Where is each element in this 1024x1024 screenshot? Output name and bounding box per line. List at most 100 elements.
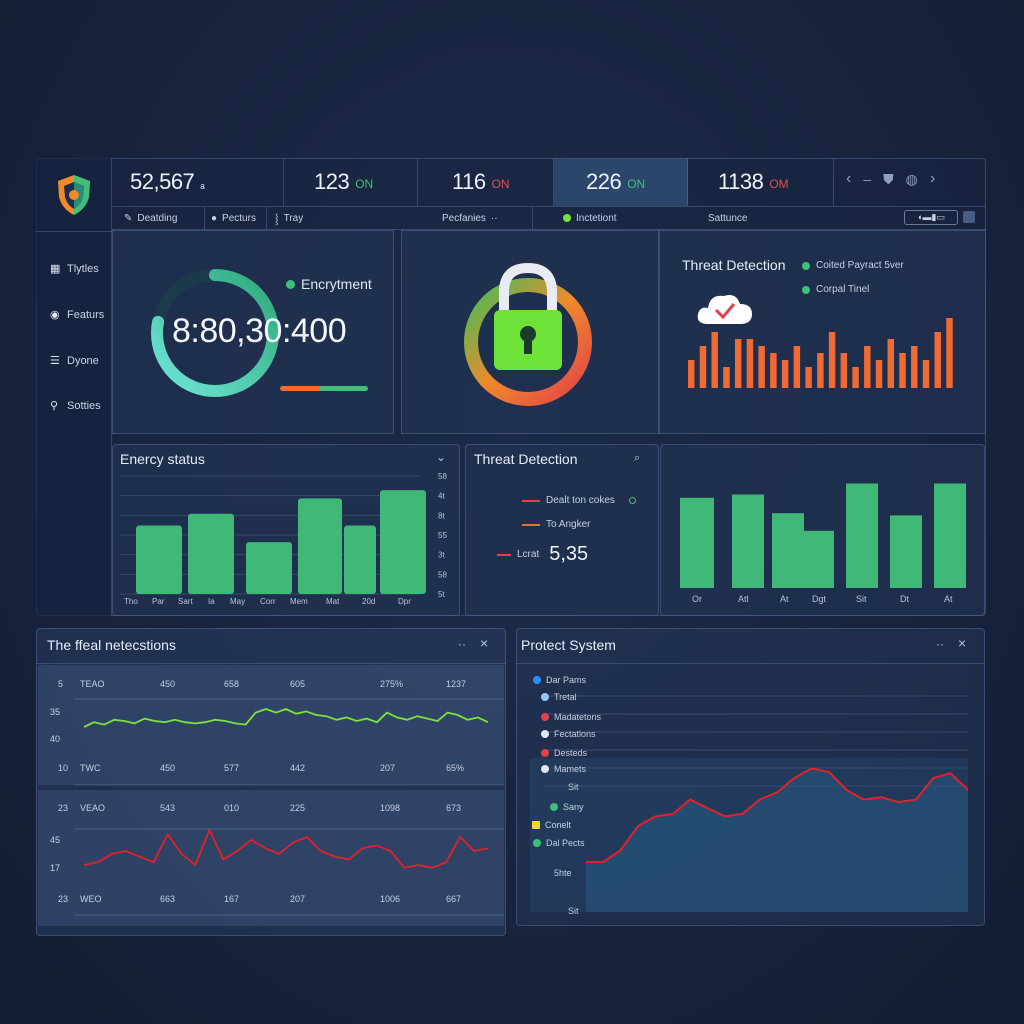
legend-label: Coited Payract 5ver bbox=[816, 260, 904, 271]
legend-dot-icon bbox=[541, 693, 549, 701]
legend-item: Tretal bbox=[541, 692, 577, 702]
threat-bar bbox=[864, 346, 871, 388]
table-cell: 667 bbox=[446, 894, 461, 904]
x-tick-label: Or bbox=[692, 594, 702, 604]
threat-bar bbox=[817, 353, 824, 388]
x-tick-label: Tho bbox=[124, 597, 138, 606]
close-icon[interactable]: × bbox=[958, 635, 966, 651]
y-tick-label: 5t bbox=[438, 590, 445, 599]
x-tick-label: At bbox=[944, 594, 953, 604]
encryption-value: 8:80,30:400 bbox=[172, 312, 347, 350]
pin-icon: ⸾ bbox=[275, 214, 279, 225]
threat-top-chart bbox=[688, 318, 953, 388]
table-cell: 010 bbox=[224, 803, 239, 813]
more-icon[interactable]: ·· bbox=[936, 637, 944, 651]
threat-bar bbox=[934, 332, 941, 388]
y-tick-label: 8t bbox=[438, 511, 445, 520]
tab-deatding[interactable]: ✎ Deatding bbox=[124, 207, 177, 229]
y-tick-label: 4t bbox=[438, 492, 445, 501]
right-bar bbox=[772, 513, 804, 588]
key-icon: ⚲ bbox=[50, 399, 59, 412]
x-tick-label: 20d bbox=[362, 597, 375, 606]
tab-pecturs[interactable]: ● Pecturs bbox=[204, 207, 256, 229]
table-cell: 663 bbox=[160, 894, 175, 904]
stat-suffix: ₐ bbox=[200, 177, 205, 191]
series-line-red bbox=[83, 827, 489, 869]
legend-dot-icon bbox=[541, 749, 549, 757]
threat-mid-panel bbox=[465, 444, 659, 616]
status-dot-icon bbox=[563, 214, 571, 222]
chevron-left-icon[interactable]: ‹ bbox=[846, 170, 851, 188]
series-line-green bbox=[83, 708, 489, 728]
more-icon[interactable]: ·· bbox=[458, 637, 466, 651]
table-cell: 23 bbox=[58, 803, 68, 813]
x-tick-label: May bbox=[230, 597, 245, 606]
lower-value: 5,35 bbox=[549, 543, 589, 565]
chevron-right-icon[interactable]: › bbox=[930, 170, 935, 188]
doc-icon: ☰ bbox=[50, 354, 60, 367]
sidebar-item-dyone[interactable]: ☰ Dyone bbox=[50, 355, 99, 367]
y-tick-label: 17 bbox=[50, 863, 60, 873]
legend-dot-icon bbox=[541, 765, 549, 773]
toggle-control[interactable]: ◖▬▮▭ bbox=[904, 210, 958, 225]
table-cell: 1237 bbox=[446, 679, 466, 689]
square-icon[interactable] bbox=[963, 211, 975, 223]
table-cell: 1006 bbox=[380, 894, 400, 904]
tab-label: Deatding bbox=[137, 212, 178, 224]
threat-bar bbox=[899, 353, 906, 388]
tab-inctetiont[interactable]: Inctetiont bbox=[532, 207, 617, 229]
stat-2: 116 ON bbox=[418, 158, 554, 206]
threat-bar bbox=[852, 367, 859, 388]
sidebar-item-label: Featurs bbox=[67, 309, 105, 321]
threat-bar bbox=[781, 360, 789, 388]
toggle-icon: ◖▬▮▭ bbox=[917, 212, 945, 222]
shield-icon[interactable]: ⛊ bbox=[883, 171, 894, 188]
tab-sattunce[interactable]: Sattunce bbox=[708, 207, 747, 229]
row-label: To Angker bbox=[546, 519, 591, 530]
right-bar bbox=[846, 483, 878, 588]
lock-icon bbox=[464, 262, 592, 406]
search-icon[interactable]: ⌕ bbox=[634, 452, 640, 465]
legend-label: Dal Pects bbox=[546, 838, 585, 848]
energy-bar bbox=[246, 542, 292, 594]
table-cell: 167 bbox=[224, 894, 239, 904]
table-cell: 577 bbox=[224, 763, 239, 773]
detections-chart: 5 TEAO 450 658 605 275% 1237 10 TWC 450 577 442 207 6… bbox=[50, 679, 504, 916]
tab-label: Tray bbox=[283, 212, 304, 224]
tab-pecfanies[interactable]: Pecfanies ·· bbox=[442, 207, 498, 229]
y-tick-label: 55 bbox=[438, 531, 447, 540]
sidebar-item-tlytles[interactable]: ▦ Tlytles bbox=[50, 263, 99, 275]
stat-value: 116 bbox=[452, 169, 486, 194]
legend-item: Desteds bbox=[541, 748, 587, 758]
y-tick-label: 40 bbox=[50, 734, 60, 744]
energy-bar bbox=[344, 525, 376, 594]
stat-value: 226 bbox=[586, 169, 622, 194]
x-tick-label: At bbox=[780, 594, 789, 604]
threat-row-1: Dealt ton cokes bbox=[522, 495, 636, 506]
x-tick-label: Sart bbox=[178, 597, 193, 606]
tab-tray[interactable]: ⸾ Tray bbox=[266, 207, 303, 229]
row-label: Dealt ton cokes bbox=[546, 495, 615, 506]
tab-label: Inctetiont bbox=[576, 212, 617, 224]
table-cell: 450 bbox=[160, 763, 175, 773]
legend-dot-icon bbox=[802, 261, 810, 270]
chevron-down-icon[interactable]: ⌄ bbox=[436, 450, 446, 464]
legend-item: Conelt bbox=[532, 820, 571, 830]
y-tick-label: Sit bbox=[568, 906, 579, 916]
legend-dot-icon bbox=[541, 713, 549, 721]
close-icon[interactable]: × bbox=[480, 635, 488, 651]
energy-bar bbox=[380, 490, 426, 594]
sidebar-item-featurs[interactable]: ◉ Featurs bbox=[50, 309, 104, 321]
stat-unit: ON bbox=[355, 177, 374, 191]
globe-icon[interactable]: ◍ bbox=[906, 171, 918, 188]
right-bar bbox=[934, 483, 966, 588]
threat-bar bbox=[887, 339, 895, 388]
y-tick-label: 58 bbox=[438, 472, 447, 481]
table-cell: 207 bbox=[290, 894, 305, 904]
legend-item: Fectatlons bbox=[541, 729, 596, 739]
sidebar-item-sotties[interactable]: ⚲ Sotties bbox=[50, 400, 101, 412]
x-tick-label: Sit bbox=[856, 594, 867, 604]
legend-label: Tretal bbox=[554, 692, 577, 702]
minus-icon[interactable]: – bbox=[863, 171, 871, 187]
threat-bar bbox=[946, 318, 953, 388]
